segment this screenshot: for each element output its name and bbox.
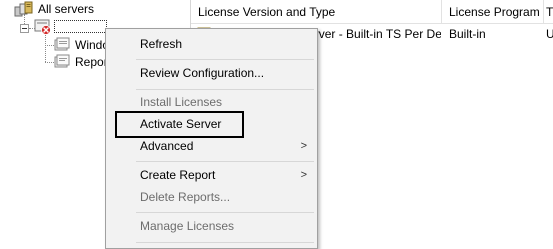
menu-item-advanced[interactable]: Advanced >: [108, 135, 315, 157]
menu-separator: [136, 212, 314, 213]
cell-license-program: Built-in: [449, 27, 486, 41]
server-group-icon: [14, 1, 34, 17]
cell-extra: U: [546, 27, 553, 41]
menu-item-create-report[interactable]: Create Report >: [108, 164, 315, 186]
list-header: License Version and Type License Program…: [191, 0, 553, 24]
menu-item-refresh[interactable]: Refresh: [108, 33, 315, 55]
tree-connector: [45, 45, 54, 46]
license-folder-icon: [54, 37, 70, 53]
menu-item-review-configuration[interactable]: Review Configuration...: [108, 62, 315, 84]
tree-item-label: Windo: [75, 38, 110, 52]
tree-item-reports[interactable]: Repor: [54, 53, 108, 71]
context-menu: Refresh Review Configuration... Install …: [105, 28, 318, 249]
chevron-right-icon: >: [300, 140, 307, 152]
menu-item-label: Refresh: [140, 37, 183, 51]
menu-separator: [136, 59, 314, 60]
report-folder-icon: [54, 54, 70, 70]
tree-item-licenses[interactable]: Windo: [54, 36, 109, 54]
menu-item-label: Activate Server: [140, 117, 222, 131]
menu-item-label: Manage Licenses: [140, 219, 235, 233]
tree-connector: [45, 62, 54, 63]
tree-item-label: All servers: [38, 2, 95, 16]
menu-item-label: Create Report: [140, 168, 216, 182]
column-header-license-program[interactable]: License Program: [442, 0, 543, 24]
tree-item-label: Repor: [75, 55, 108, 69]
selected-server-node[interactable]: [54, 20, 107, 33]
tree-item-all-servers[interactable]: All servers: [14, 0, 94, 18]
menu-separator: [136, 242, 314, 243]
collapse-toggle[interactable]: [20, 24, 29, 33]
tree-connector: [45, 35, 46, 62]
menu-item-label: Install Licenses: [140, 95, 223, 109]
server-error-icon: [34, 19, 52, 35]
menu-separator: [136, 161, 314, 162]
chevron-right-icon: >: [300, 169, 307, 181]
menu-item-activate-server[interactable]: Activate Server: [108, 113, 315, 135]
menu-item-label: Advanced: [140, 139, 194, 153]
menu-item-install-licenses: Install Licenses: [108, 91, 315, 113]
menu-item-delete-reports: Delete Reports...: [108, 186, 315, 208]
column-header-extra[interactable]: T: [544, 0, 553, 24]
menu-item-label: Delete Reports...: [140, 190, 231, 204]
column-header-license-version[interactable]: License Version and Type: [191, 0, 441, 24]
menu-item-label: Review Configuration...: [140, 66, 265, 80]
menu-separator: [136, 89, 314, 90]
menu-item-manage-licenses: Manage Licenses: [108, 215, 315, 237]
